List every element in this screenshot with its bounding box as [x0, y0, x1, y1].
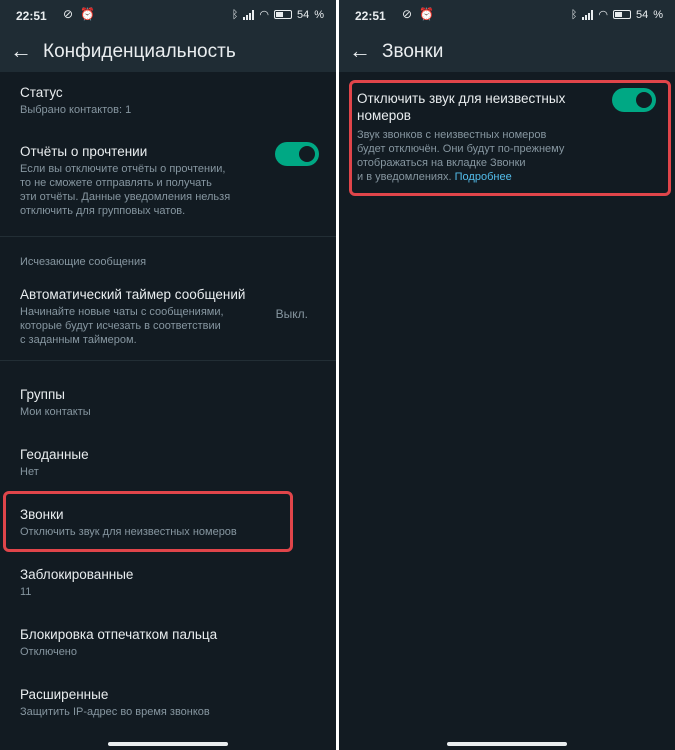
setting-subtitle: Мои контакты	[20, 406, 91, 418]
arrow-left-icon[interactable]: ←	[10, 38, 32, 64]
setting-title: Отчёты о прочтении	[20, 144, 148, 159]
status-time: 22:51	[16, 9, 47, 23]
learn-more-link[interactable]: Подробнее	[455, 171, 512, 183]
status-setting[interactable]: Статус Выбрано контактов: 1	[20, 84, 131, 117]
privacy-screen: 22:51 ⊘ ⏰ ᛒ ◠ 54% ← Конфиденциальность С…	[0, 0, 336, 750]
status-notification-icons: ⊘ ⏰	[63, 7, 98, 21]
setting-subtitle: Выбрано контактов: 1	[20, 104, 132, 116]
setting-description: Звук звонков с неизвестных номеров будет…	[357, 129, 565, 183]
setting-description: Начинайте новые чаты с сообщениями, кото…	[20, 306, 224, 346]
read-receipts-setting[interactable]: Отчёты о прочтении Если вы отключите отч…	[20, 143, 260, 218]
setting-title: Группы	[20, 387, 65, 402]
toggle-knob	[299, 146, 315, 162]
signal-icon	[243, 9, 255, 20]
setting-subtitle: Нет	[20, 466, 39, 478]
setting-title: Статус	[20, 85, 63, 100]
status-time: 22:51	[355, 9, 386, 23]
bluetooth-icon: ᛒ	[570, 8, 578, 21]
navigation-bar	[339, 736, 675, 750]
setting-description: Если вы отключите отчёты о прочтении, то…	[20, 163, 231, 217]
app-bar: ← Звонки	[339, 32, 675, 72]
signal-icon	[582, 9, 594, 20]
page-title: Конфиденциальность	[43, 41, 236, 62]
divider	[0, 360, 336, 361]
setting-title: Звонки	[20, 507, 64, 522]
wifi-icon: ◠	[598, 9, 608, 21]
bluetooth-icon: ᛒ	[231, 8, 239, 21]
battery-icon	[273, 10, 292, 19]
auto-timer-value: Выкл.	[275, 307, 308, 321]
setting-subtitle: Защитить IP-адрес во время звонков	[20, 706, 210, 718]
status-bar: 22:51 ⊘ ⏰ ᛒ ◠ 54%	[339, 0, 675, 32]
settings-list: Статус Выбрано контактов: 1 Отчёты о про…	[0, 72, 336, 750]
navigation-bar	[0, 736, 336, 750]
arrow-left-icon[interactable]: ←	[349, 38, 371, 64]
advanced-setting[interactable]: Расширенные Защитить IP-адрес во время з…	[20, 686, 210, 719]
divider	[0, 236, 336, 237]
location-setting[interactable]: Геоданные Нет	[20, 446, 89, 479]
battery-percent: 54	[635, 8, 649, 21]
battery-percent: 54	[296, 8, 310, 21]
app-bar: ← Конфиденциальность	[0, 32, 336, 72]
calls-setting[interactable]: Звонки Отключить звук для неизвестных но…	[20, 506, 237, 539]
setting-title: Автоматический таймер сообщений	[20, 287, 246, 302]
setting-title: Блокировка отпечатком пальца	[20, 627, 218, 642]
silence-unknown-setting[interactable]: Отключить звук для неизвестных номеров З…	[357, 90, 597, 184]
setting-title: Заблокированные	[20, 567, 134, 582]
setting-title: Расширенные	[20, 687, 109, 702]
silence-unknown-toggle[interactable]	[612, 88, 656, 112]
home-indicator[interactable]	[108, 742, 228, 746]
setting-title: Отключить звук для неизвестных номеров	[357, 91, 566, 123]
groups-setting[interactable]: Группы Мои контакты	[20, 386, 91, 419]
status-bar: 22:51 ⊘ ⏰ ᛒ ◠ 54%	[0, 0, 336, 32]
status-notification-icons: ⊘ ⏰	[402, 7, 437, 21]
home-indicator[interactable]	[447, 742, 567, 746]
setting-subtitle: Отключено	[20, 646, 77, 658]
wifi-icon: ◠	[259, 9, 269, 21]
fingerprint-setting[interactable]: Блокировка отпечатком пальца Отключено	[20, 626, 217, 659]
setting-title: Геоданные	[20, 447, 89, 462]
read-receipts-toggle[interactable]	[275, 142, 319, 166]
calls-screen: 22:51 ⊘ ⏰ ᛒ ◠ 54% ← Звонки Отключить зву…	[339, 0, 675, 750]
calls-settings-list: Отключить звук для неизвестных номеров З…	[339, 72, 675, 750]
battery-icon	[612, 10, 631, 19]
setting-subtitle: Отключить звук для неизвестных номеров	[20, 526, 237, 538]
setting-subtitle: 11	[20, 586, 32, 598]
auto-timer-setting[interactable]: Автоматический таймер сообщений Начинайт…	[20, 286, 260, 347]
toggle-knob	[636, 92, 652, 108]
page-title: Звонки	[382, 41, 444, 62]
section-header-disappearing: Исчезающие сообщения	[20, 256, 147, 268]
blocked-setting[interactable]: Заблокированные 11	[20, 566, 133, 599]
